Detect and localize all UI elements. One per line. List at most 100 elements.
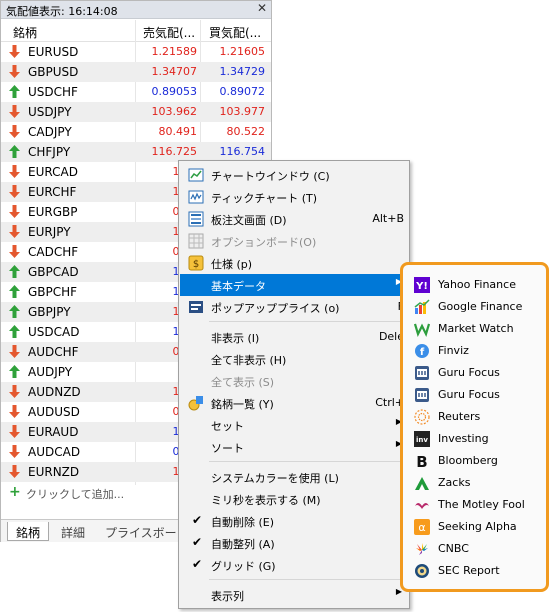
- menu-item[interactable]: 基本データ ▶: [180, 274, 408, 296]
- submenu-item-label: Bloomberg: [438, 454, 498, 467]
- plus-icon: +: [9, 484, 21, 500]
- chart-window-icon: [188, 168, 204, 182]
- arrow-down-icon: [9, 245, 20, 258]
- arrow-down-icon: [9, 345, 20, 358]
- zacks-icon: [415, 477, 429, 490]
- arrow-up-icon: [9, 145, 20, 158]
- table-row[interactable]: USDCHF 0.89053 0.89072: [1, 82, 271, 102]
- submenu-item[interactable]: Google Finance: [414, 297, 546, 319]
- submenu-item[interactable]: Y! Yahoo Finance: [414, 275, 546, 297]
- table-row[interactable]: CADJPY 80.491 80.522: [1, 122, 271, 142]
- submenu-item[interactable]: inv Investing: [414, 429, 546, 451]
- column-header-symbol[interactable]: 銘柄: [13, 24, 37, 41]
- submenu-item-label: Market Watch: [438, 322, 514, 335]
- submenu-item[interactable]: The Motley Fool: [414, 495, 546, 517]
- arrow-down-icon: [9, 125, 20, 138]
- symbol-name: GBPUSD: [28, 65, 79, 79]
- menu-item[interactable]: ティックチャート (T): [180, 186, 408, 208]
- menu-item[interactable]: ミリ秒を表示する (M): [180, 488, 408, 510]
- submenu-item-label: SEC Report: [438, 564, 500, 577]
- menu-item[interactable]: ✔ グリッド (G): [180, 554, 408, 576]
- google-finance-icon: [414, 299, 430, 314]
- symbol-name: USDJPY: [28, 105, 72, 119]
- menu-item[interactable]: ✔ 自動整列 (A): [180, 532, 408, 554]
- menu-item[interactable]: 銘柄一覧 (Y) Ctrl+: [180, 392, 408, 414]
- window-title: 気配値表示: 16:14:08: [6, 5, 118, 18]
- ask-price: 1.34729: [219, 65, 266, 78]
- sec-report-icon: [415, 564, 429, 578]
- fundamental-data-submenu: Y! Yahoo Finance Google Finance Market Watc…: [400, 262, 549, 592]
- submenu-item[interactable]: Reuters: [414, 407, 546, 429]
- table-row[interactable]: CHFJPY 116.725 116.754: [1, 142, 271, 162]
- ask-price: 1.21605: [219, 45, 266, 58]
- menu-item[interactable]: ポップアッププライス (o)F: [180, 296, 408, 318]
- arrow-down-icon: [9, 405, 20, 418]
- finviz-icon: f: [415, 344, 429, 358]
- menu-item-shortcut: Alt+B: [372, 212, 404, 225]
- submenu-item[interactable]: CNBC: [414, 539, 546, 561]
- submenu-item[interactable]: B Bloomberg: [414, 451, 546, 473]
- menu-item-label: セット: [211, 420, 244, 433]
- close-icon[interactable]: ✕: [257, 1, 267, 15]
- ask-price: 116.754: [219, 145, 266, 158]
- check-icon: ✔: [192, 535, 203, 549]
- menu-item-label: 全て表示 (S): [211, 376, 275, 389]
- submenu-item-label: The Motley Fool: [438, 498, 525, 511]
- menu-item[interactable]: 非表示 (I) Dele: [180, 326, 408, 348]
- submenu-item-label: Investing: [438, 432, 489, 445]
- menu-item-label: オプションボード(O): [211, 236, 317, 249]
- menu-item[interactable]: 表示列 ▶: [180, 584, 408, 606]
- submenu-item-label: Guru Focus: [438, 388, 500, 401]
- arrow-up-icon: [9, 365, 20, 378]
- menu-item[interactable]: 板注文画面 (D) Alt+B: [180, 208, 408, 230]
- menu-item[interactable]: セット ▶: [180, 414, 408, 436]
- menu-item[interactable]: ✔ 自動削除 (E): [180, 510, 408, 532]
- menu-item[interactable]: 全て非表示 (H): [180, 348, 408, 370]
- submenu-item[interactable]: Guru Focus: [414, 385, 546, 407]
- menu-separator: [209, 579, 407, 580]
- tab-details[interactable]: 詳細: [53, 522, 93, 541]
- symbol-name: AUDJPY: [28, 365, 73, 379]
- table-row[interactable]: GBPUSD 1.34707 1.34729: [1, 62, 271, 82]
- svg-text:f: f: [420, 347, 425, 358]
- submenu-item[interactable]: Zacks: [414, 473, 546, 495]
- menu-item-label: 全て非表示 (H): [211, 354, 287, 367]
- submenu-item[interactable]: Market Watch: [414, 319, 546, 341]
- arrow-down-icon: [9, 65, 20, 78]
- menu-item[interactable]: チャートウインドウ (C): [180, 164, 408, 186]
- submenu-item[interactable]: α Seeking Alpha: [414, 517, 546, 539]
- submenu-item-label: Google Finance: [438, 300, 523, 313]
- menu-item[interactable]: ソート ▶: [180, 436, 408, 458]
- submenu-item-label: CNBC: [438, 542, 469, 555]
- symbol-name: EURJPY: [28, 225, 71, 239]
- submenu-item[interactable]: SEC Report: [414, 561, 546, 583]
- arrow-down-icon: [9, 385, 20, 398]
- menu-separator: [209, 321, 407, 322]
- menu-item[interactable]: システムカラーを使用 (L): [180, 466, 408, 488]
- menu-item-label: ティックチャート (T): [211, 192, 318, 205]
- guru-focus-icon: [415, 388, 429, 402]
- table-row[interactable]: USDJPY 103.962 103.977: [1, 102, 271, 122]
- submenu-item-label: Zacks: [438, 476, 471, 489]
- submenu-item[interactable]: f Finviz: [414, 341, 546, 363]
- tick-chart-icon: [188, 190, 204, 204]
- symbol-name: AUDCHF: [28, 345, 79, 359]
- svg-text:B: B: [416, 453, 427, 469]
- column-header-bid[interactable]: 売気配(...: [143, 24, 195, 41]
- arrow-down-icon: [9, 205, 20, 218]
- yahoo-icon: Y!: [414, 277, 430, 293]
- column-header-ask[interactable]: 買気配(...: [209, 24, 261, 41]
- submenu-item[interactable]: Guru Focus: [414, 363, 546, 385]
- table-header: 銘柄 売気配(... 買気配(...: [1, 20, 271, 42]
- symbol-name: USDCAD: [28, 325, 80, 339]
- check-icon: ✔: [192, 557, 203, 571]
- symbol-name: EURAUD: [28, 425, 79, 439]
- symbols-icon: [188, 396, 203, 411]
- menu-item[interactable]: $ 仕様 (p): [180, 252, 408, 274]
- table-row[interactable]: EURUSD 1.21589 1.21605: [1, 42, 271, 62]
- menu-item-label: 自動削除 (E): [211, 516, 275, 529]
- symbol-name: GBPCAD: [28, 265, 79, 279]
- tab-symbols[interactable]: 銘柄: [7, 522, 50, 541]
- menu-item-label: 銘柄一覧 (Y): [211, 398, 274, 411]
- arrow-down-icon: [9, 445, 20, 458]
